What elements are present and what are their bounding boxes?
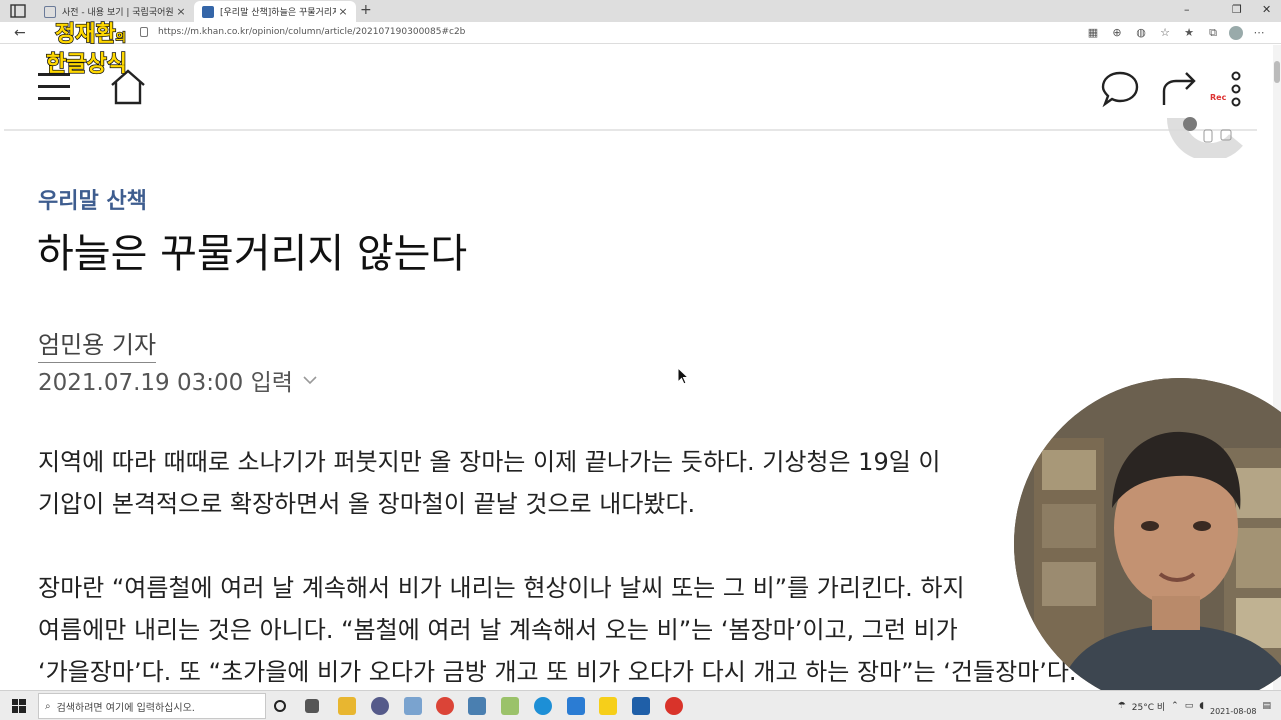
body-line: 기압이 본격적으로 확장하면서 올 장마철이 끝날 것으로 내다봤다. xyxy=(38,490,696,518)
qr-code-icon[interactable]: ▦ xyxy=(1085,25,1101,41)
back-arrow-icon[interactable]: ← xyxy=(14,25,26,41)
toolbar-icons: ▦ ⊕ ◍ ☆ ★ ⧉ ⋯ xyxy=(1085,25,1267,41)
tray-chevron-icon[interactable]: ⌃ xyxy=(1171,701,1179,711)
body-line: 여름에만 내리는 것은 아니다. “봄철에 여러 날 계속해서 오는 비”는 ‘… xyxy=(38,616,958,644)
body-line: 장마란 “여름철에 여러 날 계속해서 비가 내리는 현상이나 날씨 또는 그 … xyxy=(38,574,965,602)
system-tray: ☂ 25°C 비 ⌃ ▭ ◖ 2021-08-08 ▤ xyxy=(1118,691,1271,720)
rec-label: Rec xyxy=(1210,93,1227,102)
clock[interactable]: 2021-08-08 xyxy=(1210,696,1257,717)
logo-line-2: 한글상식 xyxy=(45,51,127,78)
chevron-down-icon[interactable] xyxy=(303,375,317,385)
collections-icon[interactable]: ⧉ xyxy=(1205,25,1221,41)
khan-favicon-icon xyxy=(202,5,214,18)
logo-text-name: 정재환 xyxy=(54,21,116,48)
photos-icon[interactable] xyxy=(632,697,650,715)
search-icon: ⌕ xyxy=(45,700,51,712)
windows-taskbar: ⌕ 검색하려면 여기에 입력하십시오. ☂ 25°C 비 ⌃ ▭ ◖ 2021-… xyxy=(0,690,1281,720)
logo-text-suffix: 의 xyxy=(115,30,127,45)
notifications-icon[interactable]: ▤ xyxy=(1262,701,1271,711)
weather-text[interactable]: 25°C 비 xyxy=(1132,700,1165,713)
app-icon[interactable] xyxy=(501,697,519,715)
browser-tab-strip: 사전 - 내용 보기 | 국립국어원 표 × [우리말 산책]하늘은 꾸물거리지… xyxy=(0,0,1281,22)
kakaotalk-icon[interactable] xyxy=(599,697,617,715)
tab-title: [우리말 산책]하늘은 꾸물거리지 xyxy=(220,8,336,18)
edge-icon[interactable] xyxy=(534,697,552,715)
taskbar-search-input[interactable]: ⌕ 검색하려면 여기에 입력하십시오. xyxy=(38,693,266,719)
app-icon[interactable] xyxy=(468,697,486,715)
close-window-button[interactable]: ✕ xyxy=(1262,3,1271,16)
weather-icon[interactable]: ☂ xyxy=(1118,701,1126,711)
site-header xyxy=(4,45,1257,131)
app-icon[interactable] xyxy=(404,697,422,715)
screen: 사전 - 내용 보기 | 국립국어원 표 × [우리말 산책]하늘은 꾸물거리지… xyxy=(0,0,1281,720)
minimize-button[interactable]: – xyxy=(1184,3,1190,16)
settings-more-icon[interactable]: ⋯ xyxy=(1251,25,1267,41)
restore-button[interactable]: ❐ xyxy=(1232,3,1242,16)
tab-article[interactable]: [우리말 산책]하늘은 꾸물거리지 × xyxy=(194,1,356,22)
body-line: ‘가을장마’다. 또 “초가을에 비가 오다가 금방 개고 또 비가 오다가 다… xyxy=(38,658,1077,686)
dateline: 2021.07.19 03:00 입력 xyxy=(38,363,317,397)
publish-date: 2021.07.19 03:00 입력 xyxy=(38,370,293,396)
tab-close-icon[interactable]: × xyxy=(336,5,350,18)
byline[interactable]: 엄민용 기자 xyxy=(38,325,157,363)
tab-close-icon[interactable]: × xyxy=(174,5,188,18)
clock-date: 2021-08-08 xyxy=(1209,706,1257,716)
network-icon[interactable]: ▭ xyxy=(1185,701,1194,711)
url-field[interactable]: https://m.khan.co.kr/opinion/column/arti… xyxy=(158,27,465,37)
comment-icon[interactable] xyxy=(1100,69,1140,109)
lock-icon[interactable] xyxy=(140,27,148,37)
chrome-icon[interactable] xyxy=(436,697,454,715)
favorites-icon[interactable]: ★ xyxy=(1181,25,1197,41)
tab-actions-icon[interactable] xyxy=(10,4,26,18)
zoom-icon[interactable]: ⊕ xyxy=(1109,25,1125,41)
app-icon[interactable] xyxy=(371,697,389,715)
profile-avatar[interactable] xyxy=(1229,26,1243,40)
mouse-cursor-icon xyxy=(677,367,690,385)
file-explorer-icon[interactable] xyxy=(338,697,356,715)
add-favorite-icon[interactable]: ☆ xyxy=(1157,25,1173,41)
new-tab-button[interactable]: + xyxy=(360,2,372,18)
scrollbar-thumb[interactable] xyxy=(1274,61,1280,83)
cortana-icon[interactable] xyxy=(274,700,286,712)
windows-start-icon[interactable] xyxy=(12,699,26,713)
article-headline: 하늘은 꾸물거리지 않는다 xyxy=(37,231,468,277)
section-label[interactable]: 우리말 산책 xyxy=(38,183,147,215)
app-icon[interactable] xyxy=(567,697,585,715)
recorder-app-icon[interactable] xyxy=(665,697,683,715)
task-view-icon[interactable] xyxy=(305,699,319,713)
volume-icon[interactable]: ◖ xyxy=(1199,701,1204,711)
address-bar: ← https://m.khan.co.kr/opinion/column/ar… xyxy=(0,22,1281,44)
channel-logo: 정재환의 한글상식 xyxy=(40,16,140,86)
search-placeholder: 검색하려면 여기에 입력하십시오. xyxy=(56,702,195,714)
screen-recorder-widget-icon[interactable] xyxy=(1166,78,1246,158)
body-line: 지역에 따라 때때로 소나기가 퍼붓지만 올 장마는 이제 끝나가는 듯하다. … xyxy=(38,448,941,476)
tracking-icon[interactable]: ◍ xyxy=(1133,25,1149,41)
logo-line-1: 정재환의 xyxy=(54,16,127,48)
